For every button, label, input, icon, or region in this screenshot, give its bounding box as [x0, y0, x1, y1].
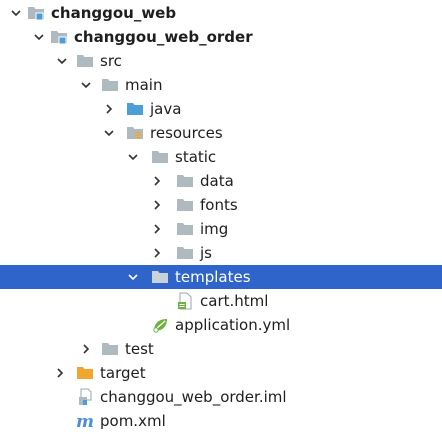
tree-node-label: img	[200, 220, 229, 238]
spring-yml-icon	[151, 316, 169, 334]
resources-folder-icon	[126, 124, 144, 142]
tree-node-test[interactable]: test	[0, 337, 442, 361]
svg-text:m: m	[76, 412, 94, 430]
tree-node-fonts[interactable]: fonts	[0, 193, 442, 217]
tree-node-cart-html[interactable]: cart.html	[0, 289, 442, 313]
tree-node-label: changgou_web_order	[74, 28, 253, 46]
chevron-down-icon[interactable]	[8, 5, 24, 21]
chevron-down-icon[interactable]	[101, 125, 117, 141]
tree-node-label: src	[100, 52, 122, 70]
tree-node-label: changgou_web_order.iml	[100, 388, 287, 406]
chevron-right-icon[interactable]	[52, 365, 68, 381]
tree-node-data[interactable]: data	[0, 169, 442, 193]
chevron-right-icon[interactable]	[149, 221, 165, 237]
folder-icon	[176, 220, 194, 238]
iml-file-icon	[76, 388, 94, 406]
chevron-right-icon[interactable]	[78, 341, 94, 357]
maven-pom-icon: m	[76, 412, 94, 430]
excluded-folder-icon	[76, 364, 94, 382]
chevron-right-icon[interactable]	[101, 101, 117, 117]
tree-node-label: java	[150, 100, 182, 118]
tree-node-label: static	[175, 148, 217, 166]
folder-icon	[76, 52, 94, 70]
folder-icon	[151, 148, 169, 166]
tree-node-application-yml[interactable]: application.yml	[0, 313, 442, 337]
chevron-right-icon[interactable]	[149, 173, 165, 189]
tree-node-label: pom.xml	[100, 412, 166, 430]
tree-node-resources[interactable]: resources	[0, 121, 442, 145]
chevron-right-icon[interactable]	[149, 245, 165, 261]
chevron-down-icon[interactable]	[54, 53, 70, 69]
chevron-down-icon[interactable]	[31, 29, 47, 45]
tree-node-main[interactable]: main	[0, 73, 442, 97]
tree-node-static[interactable]: static	[0, 145, 442, 169]
tree-node-label: application.yml	[175, 316, 291, 334]
tree-node-target[interactable]: target	[0, 361, 442, 385]
folder-icon	[101, 340, 119, 358]
tree-node-pom-xml[interactable]: m pom.xml	[0, 409, 442, 433]
folder-icon	[176, 172, 194, 190]
tree-node-label: main	[125, 76, 163, 94]
tree-node-label: fonts	[200, 196, 238, 214]
tree-node-img[interactable]: img	[0, 217, 442, 241]
tree-node-iml-file[interactable]: changgou_web_order.iml	[0, 385, 442, 409]
tree-node-label: data	[200, 172, 234, 190]
chevron-right-icon[interactable]	[149, 197, 165, 213]
tree-node-label: cart.html	[200, 292, 269, 310]
tree-node-label: resources	[150, 124, 223, 142]
source-folder-icon	[126, 100, 144, 118]
folder-icon	[151, 268, 169, 286]
tree-node-label: templates	[175, 268, 251, 286]
html-file-icon	[176, 292, 194, 310]
chevron-down-icon[interactable]	[125, 149, 141, 165]
module-folder-icon	[50, 28, 68, 46]
tree-node-label: js	[200, 244, 212, 262]
tree-node-js[interactable]: js	[0, 241, 442, 265]
tree-node-label: test	[125, 340, 154, 358]
tree-node-changgou-web-order[interactable]: changgou_web_order	[0, 25, 442, 49]
project-tree: changgou_web changgou_web_order src main	[0, 0, 442, 434]
module-folder-icon	[27, 4, 45, 22]
tree-node-java[interactable]: java	[0, 97, 442, 121]
chevron-down-icon[interactable]	[78, 77, 94, 93]
tree-node-label: changgou_web	[51, 4, 177, 22]
folder-icon	[176, 244, 194, 262]
tree-node-src[interactable]: src	[0, 49, 442, 73]
chevron-down-icon[interactable]	[125, 269, 141, 285]
tree-node-label: target	[100, 364, 146, 382]
tree-node-changgou-web[interactable]: changgou_web	[0, 1, 442, 25]
folder-icon	[176, 196, 194, 214]
tree-node-templates[interactable]: templates	[0, 265, 442, 289]
folder-icon	[101, 76, 119, 94]
